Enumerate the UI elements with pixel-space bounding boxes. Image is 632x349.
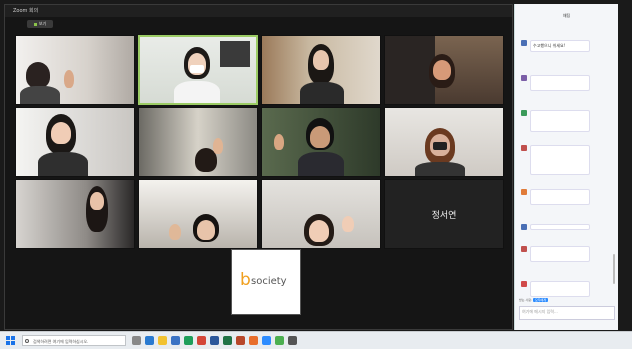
participant-display-name: 정서연 <box>431 211 457 221</box>
avatar <box>521 145 527 151</box>
chat-title: 채팅 <box>562 13 571 18</box>
video-tile[interactable] <box>384 107 504 177</box>
avatar <box>521 246 527 252</box>
zoom-icon[interactable] <box>262 336 271 345</box>
recipient-dropdown[interactable]: 모두에게 <box>532 298 549 302</box>
chat-recipient-row: 받는 사람: 모두에게 <box>519 298 615 302</box>
excel-icon[interactable] <box>223 336 232 345</box>
chat-message: 수고했으니 쉬세요! <box>519 34 615 69</box>
message-text: 수고했으니 쉬세요! <box>530 40 590 52</box>
message-text <box>530 75 590 91</box>
store-icon[interactable] <box>171 336 180 345</box>
chat-message <box>519 69 615 104</box>
app-icon[interactable] <box>288 336 297 345</box>
chat-message <box>519 218 615 240</box>
file-explorer-icon[interactable] <box>158 336 167 345</box>
video-tile[interactable] <box>138 179 258 249</box>
chat-message <box>519 104 615 139</box>
video-tile[interactable] <box>261 35 381 105</box>
message-text <box>530 281 590 297</box>
message-text <box>530 189 590 205</box>
avatar <box>521 75 527 81</box>
video-grid: 정서연 <box>15 35 507 255</box>
message-text <box>530 224 590 230</box>
chat-message-list: 수고했으니 쉬세요! <box>519 34 615 310</box>
bsociety-logo-text: society <box>251 276 287 287</box>
video-tile[interactable] <box>15 107 135 177</box>
task-view-icon[interactable] <box>132 336 141 345</box>
desktop: Zoom 회의 보기 정서연 b society 채팅 수고했으니 쉬세요! 받… <box>0 0 632 349</box>
video-tile-active-speaker[interactable] <box>138 35 258 105</box>
video-tile-camera-off[interactable]: 정서연 <box>384 179 504 249</box>
video-tile[interactable] <box>384 35 504 105</box>
message-text <box>530 246 590 262</box>
window-titlebar: Zoom 회의 <box>5 5 512 17</box>
avatar <box>521 224 527 230</box>
start-button[interactable] <box>6 336 15 345</box>
bsociety-logo-b: b <box>240 270 251 290</box>
view-button[interactable]: 보기 <box>27 20 53 28</box>
video-tile[interactable] <box>261 179 381 249</box>
windows-taskbar: 검색하려면 여기에 입력하십시오. <box>0 331 632 349</box>
chat-panel: 채팅 수고했으니 쉬세요! 받는 사람: 모두에게 여기에 메시지 입력... <box>514 4 618 330</box>
recipient-label: 받는 사람: <box>519 298 533 302</box>
video-tile[interactable] <box>15 35 135 105</box>
word-icon[interactable] <box>210 336 219 345</box>
chat-scrollbar[interactable] <box>613 254 615 284</box>
chat-message <box>519 240 615 275</box>
search-icon <box>25 339 29 343</box>
app-icon[interactable] <box>197 336 206 345</box>
window-title: Zoom 회의 <box>13 8 39 14</box>
video-tile[interactable] <box>138 107 258 177</box>
edge-icon[interactable] <box>145 336 154 345</box>
message-text <box>530 110 590 132</box>
avatar <box>521 189 527 195</box>
app-icon[interactable] <box>184 336 193 345</box>
view-icon <box>33 22 37 26</box>
avatar <box>521 110 527 116</box>
zoom-meeting-window: Zoom 회의 보기 정서연 b society <box>4 4 513 330</box>
chat-message <box>519 139 615 183</box>
view-label: 보기 <box>38 21 47 26</box>
avatar <box>521 40 527 46</box>
windows-logo-icon <box>6 336 10 340</box>
message-text <box>530 145 590 175</box>
video-tile[interactable] <box>261 107 381 177</box>
chat-message <box>519 183 615 218</box>
chat-message <box>519 275 615 310</box>
taskbar-search-input[interactable]: 검색하려면 여기에 입력하십시오. <box>22 335 126 346</box>
app-icon[interactable] <box>275 336 284 345</box>
avatar <box>521 281 527 287</box>
chat-message-input[interactable]: 여기에 메시지 입력... <box>519 306 615 320</box>
video-tile[interactable] <box>15 179 135 249</box>
powerpoint-icon[interactable] <box>236 336 245 345</box>
search-placeholder: 검색하려면 여기에 입력하십시오. <box>33 339 89 344</box>
app-icon[interactable] <box>249 336 258 345</box>
video-tile-logo[interactable]: b society <box>231 249 301 315</box>
